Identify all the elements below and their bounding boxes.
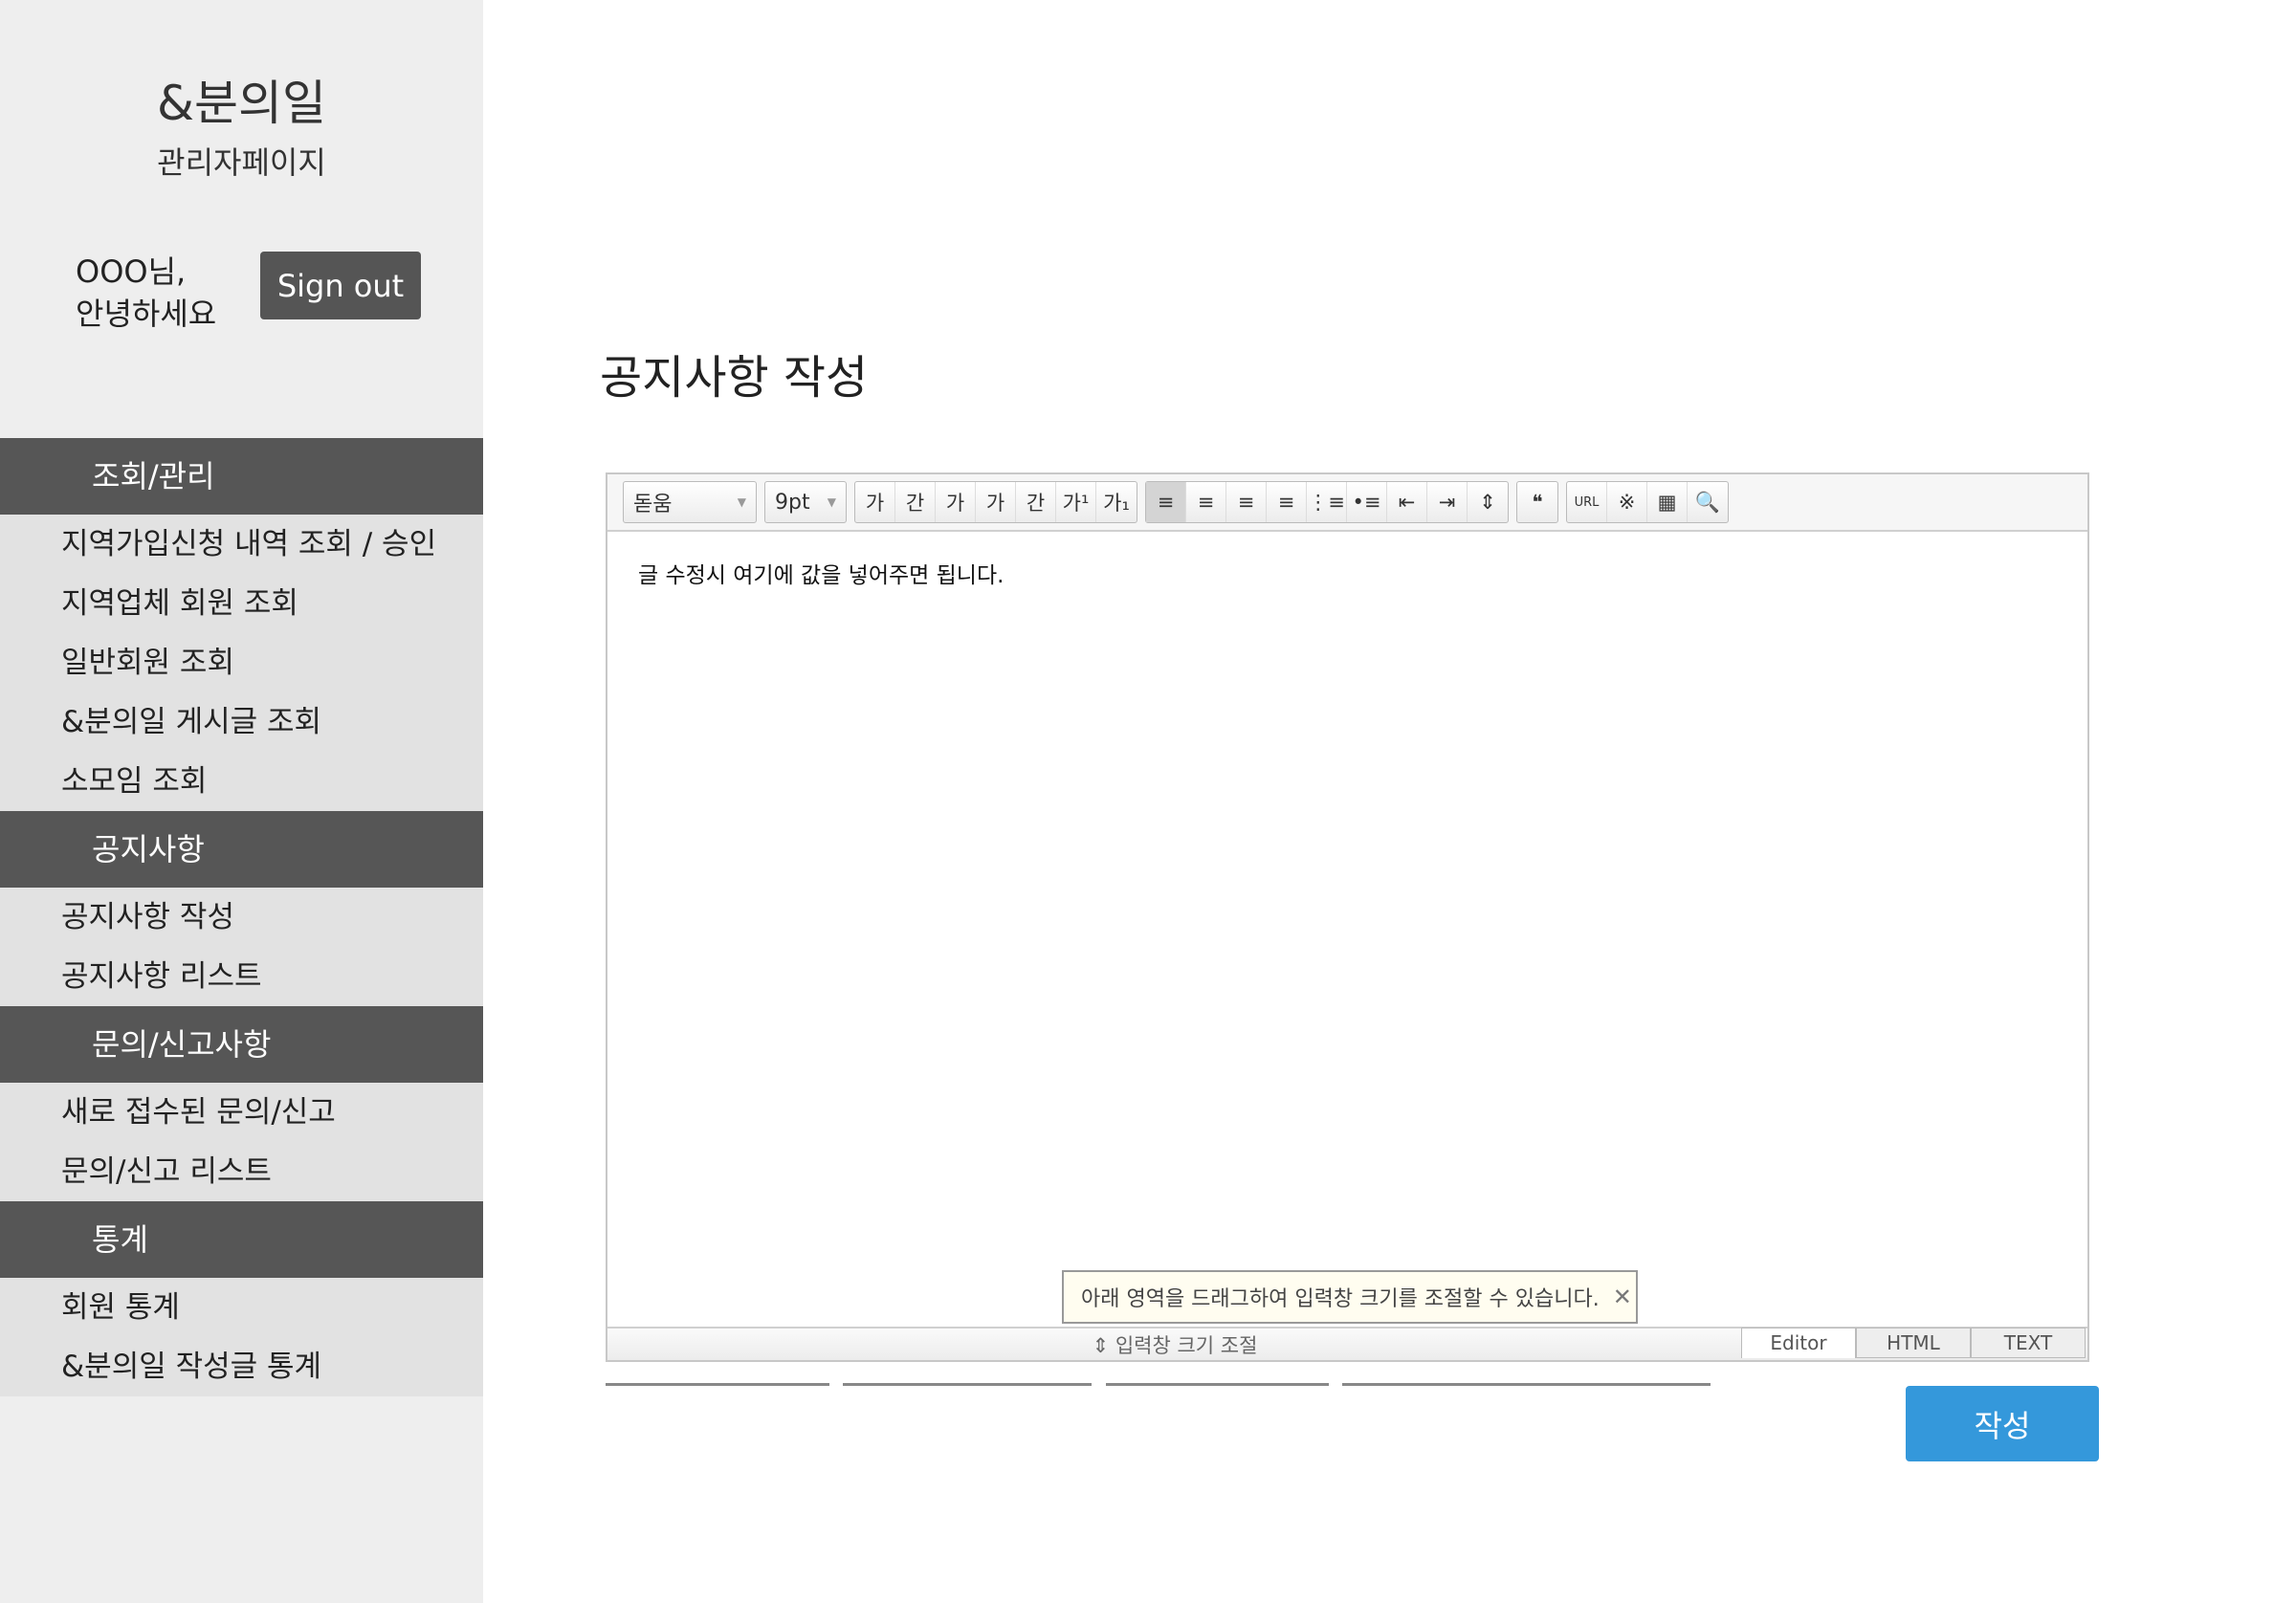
outdent-icon[interactable]: ⇤ <box>1387 482 1427 522</box>
editor-content[interactable]: 글 수정시 여기에 값을 넣어주면 됩니다. <box>638 557 1004 589</box>
menu-section-header[interactable]: 문의/신고사항 <box>0 1006 483 1083</box>
divider <box>1342 1383 1711 1386</box>
subscript-icon[interactable]: 가₁ <box>1096 482 1137 522</box>
divider <box>843 1383 1092 1386</box>
font-family-value: 돋움 <box>633 493 673 516</box>
menu-section-header[interactable]: 공지사항 <box>0 811 483 888</box>
justify-icon[interactable]: ≡ <box>1267 482 1307 522</box>
menu-item[interactable]: 지역업체 회원 조회 <box>0 574 483 633</box>
resize-tooltip: 아래 영역을 드래그하여 입력창 크기를 조절할 수 있습니다. ✕ <box>1062 1270 1638 1324</box>
greeting-text: 안녕하세요 <box>76 296 217 332</box>
menu-item[interactable]: &분의일 작성글 통계 <box>0 1337 483 1396</box>
tab-text[interactable]: TEXT <box>1971 1328 2086 1358</box>
ordered-list-icon[interactable]: ⋮≡ <box>1307 482 1347 522</box>
special-char-icon[interactable]: ※ <box>1607 482 1647 522</box>
italic-icon[interactable]: 가 <box>936 482 976 522</box>
editor-toolbar: 돋움 ▼ 9pt ▼ 가 간 가 가 간 가¹ 가₁ ≡ ≡ ≡ ≡ ⋮≡ •≡ ⇤ ⇥ ⇕ ❝ URL ※ ▦ 🔍 <box>607 474 2087 532</box>
menu-item[interactable]: 공지사항 리스트 <box>0 947 483 1006</box>
strikethrough-icon[interactable]: 가 <box>976 482 1016 522</box>
link-icon[interactable]: URL <box>1567 482 1607 522</box>
menu-item[interactable]: 소모임 조회 <box>0 752 483 811</box>
font-size-select[interactable]: 9pt ▼ <box>764 481 847 523</box>
menu-item[interactable]: &분의일 게시글 조회 <box>0 692 483 752</box>
superscript-icon[interactable]: 가¹ <box>1056 482 1096 522</box>
menu-item[interactable]: 회원 통계 <box>0 1278 483 1337</box>
greeting-name: OOO님, <box>76 253 187 290</box>
editor-bottom-bar: ⇕ 입력창 크기 조절 Editor HTML TEXT <box>607 1327 2087 1360</box>
bold-icon[interactable]: 가 <box>855 482 895 522</box>
menu-item[interactable]: 공지사항 작성 <box>0 888 483 947</box>
page-title: 공지사항 작성 <box>600 351 869 405</box>
text-format-group: 가 간 가 가 간 가¹ 가₁ <box>854 481 1137 523</box>
sidebar: &분의일 관리자페이지 OOO님, 안녕하세요 Sign out 조회/관리 지역가… <box>0 0 483 1603</box>
editor-mode-tabs: Editor HTML TEXT <box>1741 1328 2086 1358</box>
align-center-icon[interactable]: ≡ <box>1186 482 1226 522</box>
tab-html[interactable]: HTML <box>1856 1328 1971 1358</box>
menu-section-header[interactable]: 통계 <box>0 1201 483 1278</box>
quote-group: ❝ <box>1516 481 1558 523</box>
divider <box>1106 1383 1329 1386</box>
submit-button[interactable]: 작성 <box>1906 1386 2099 1461</box>
unordered-list-icon[interactable]: •≡ <box>1347 482 1387 522</box>
sidebar-menu: 조회/관리 지역가입신청 내역 조회 / 승인 지역업체 회원 조회 일반회원 조회 &… <box>0 438 483 1396</box>
menu-item[interactable]: 문의/신고 리스트 <box>0 1142 483 1201</box>
menu-item[interactable]: 일반회원 조회 <box>0 633 483 692</box>
divider <box>606 1383 829 1386</box>
underline-icon[interactable]: 간 <box>895 482 936 522</box>
insert-group: URL ※ ▦ 🔍 <box>1566 481 1729 523</box>
font-color-icon[interactable]: 간 <box>1016 482 1056 522</box>
rich-text-editor: 돋움 ▼ 9pt ▼ 가 간 가 가 간 가¹ 가₁ ≡ ≡ ≡ ≡ ⋮≡ •≡ ⇤ ⇥ ⇕ ❝ URL ※ ▦ 🔍 … <box>606 472 2089 1362</box>
align-left-icon[interactable]: ≡ <box>1146 482 1186 522</box>
resize-handle[interactable]: ⇕ 입력창 크기 조절 <box>607 1330 1742 1359</box>
sign-out-button[interactable]: Sign out <box>260 252 421 319</box>
menu-section-header[interactable]: 조회/관리 <box>0 438 483 515</box>
table-icon[interactable]: ▦ <box>1647 482 1688 522</box>
tooltip-text: 아래 영역을 드래그하여 입력창 크기를 조절할 수 있습니다. <box>1081 1287 1600 1311</box>
menu-item[interactable]: 새로 접수된 문의/신고 <box>0 1083 483 1142</box>
indent-icon[interactable]: ⇥ <box>1427 482 1468 522</box>
greeting: OOO님, 안녕하세요 <box>76 251 216 335</box>
dropdown-arrow-icon: ▼ <box>827 495 836 509</box>
align-right-icon[interactable]: ≡ <box>1226 482 1267 522</box>
line-height-icon[interactable]: ⇕ <box>1468 482 1508 522</box>
quote-icon[interactable]: ❝ <box>1517 482 1557 522</box>
close-icon[interactable]: ✕ <box>1613 1284 1632 1310</box>
logo[interactable]: &분의일 <box>0 65 483 134</box>
menu-item[interactable]: 지역가입신청 내역 조회 / 승인 <box>0 515 483 574</box>
dropdown-arrow-icon: ▼ <box>737 495 746 509</box>
tab-editor[interactable]: Editor <box>1741 1328 1856 1358</box>
font-size-value: 9pt <box>775 490 810 515</box>
font-family-select[interactable]: 돋움 ▼ <box>623 481 757 523</box>
find-icon[interactable]: 🔍 <box>1688 482 1728 522</box>
paragraph-group: ≡ ≡ ≡ ≡ ⋮≡ •≡ ⇤ ⇥ ⇕ <box>1145 481 1509 523</box>
admin-subtitle: 관리자페이지 <box>157 144 326 181</box>
